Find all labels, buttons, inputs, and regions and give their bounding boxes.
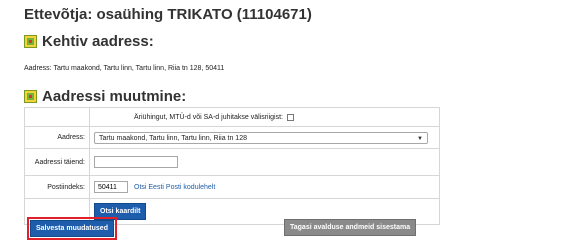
address-change-heading-label: Aadressi muutmine:	[42, 88, 187, 105]
foreign-cell: Äriühingut, MTÜ-d või SA-d juhitakse väl…	[89, 107, 440, 127]
address-select[interactable]: Tartu maakond, Tartu linn, Tartu linn, R…	[94, 131, 428, 144]
map-icon	[24, 90, 37, 103]
foreign-checkbox[interactable]	[287, 113, 294, 121]
address-row: Aadress: Tartu maakond, Tartu linn, Tart…	[24, 126, 440, 149]
back-button[interactable]: Tagasi avalduse andmeid sisestama	[284, 219, 417, 236]
postal-label: Postiindeks:	[24, 175, 90, 199]
page-title: Ettevõtja: osaühing TRIKATO (11104671)	[24, 6, 312, 23]
chevron-down-icon[interactable]: ▼	[417, 136, 423, 142]
postal-row: Postiindeks: Otsi Eesti Posti kodulehelt	[24, 175, 440, 199]
map-icon	[24, 35, 37, 48]
foreign-label: Äriühingut, MTÜ-d või SA-d juhitakse väl…	[134, 113, 283, 121]
postal-code-input[interactable]	[94, 181, 128, 193]
address-select-value: Tartu maakond, Tartu linn, Tartu linn, R…	[99, 134, 247, 142]
save-button-highlight: Salvesta muudatused	[27, 217, 117, 240]
address-label: Aadress:	[24, 126, 90, 149]
supplement-label: Aadressi täiend:	[24, 148, 90, 176]
current-address-heading-label: Kehtiv aadress:	[42, 33, 154, 50]
postal-search-link[interactable]: Otsi Eesti Posti kodulehelt	[134, 184, 215, 191]
supplement-row: Aadressi täiend:	[24, 148, 440, 176]
current-address-heading: Kehtiv aadress:	[24, 33, 154, 50]
postal-line: Otsi Eesti Posti kodulehelt	[94, 181, 435, 193]
supplement-cell	[89, 148, 440, 176]
address-form: Äriühingut, MTÜ-d või SA-d juhitakse väl…	[24, 107, 440, 225]
supplement-input[interactable]	[94, 156, 178, 168]
foreign-label-cell	[24, 107, 90, 127]
foreign-line: Äriühingut, MTÜ-d või SA-d juhitakse väl…	[134, 113, 435, 121]
address-change-heading: Aadressi muutmine:	[24, 88, 186, 105]
save-button[interactable]: Salvesta muudatused	[30, 220, 114, 237]
postal-cell: Otsi Eesti Posti kodulehelt	[89, 175, 440, 199]
foreign-row: Äriühingut, MTÜ-d või SA-d juhitakse väl…	[24, 107, 440, 127]
current-address-text: Aadress: Tartu maakond, Tartu linn, Tart…	[24, 65, 225, 72]
address-cell: Tartu maakond, Tartu linn, Tartu linn, R…	[89, 126, 440, 149]
page: Ettevõtja: osaühing TRIKATO (11104671) K…	[0, 0, 566, 250]
